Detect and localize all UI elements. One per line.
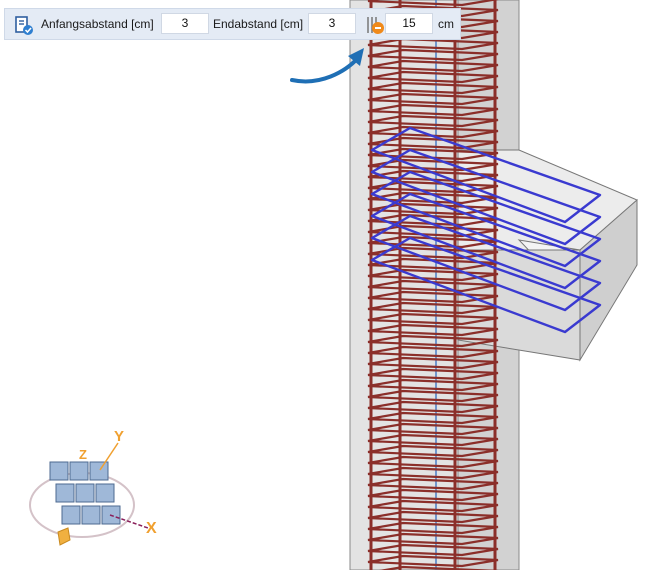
start-distance-input[interactable]: 3 <box>161 13 209 34</box>
navigator-cube-cell[interactable] <box>95 483 115 503</box>
spacing-mode-icon[interactable] <box>365 14 385 36</box>
rebar-distribution-icon[interactable] <box>13 15 35 37</box>
hint-arrow <box>290 56 360 84</box>
navigator-cube-cell[interactable] <box>75 483 95 503</box>
navigator-cube-cell[interactable] <box>49 461 69 481</box>
navigator-cube-cell[interactable] <box>89 461 109 481</box>
axis-z-label: Z <box>79 447 87 462</box>
view-navigator[interactable] <box>29 442 149 546</box>
navigator-cube-cell[interactable] <box>61 505 81 525</box>
navigator-cube-cell[interactable] <box>55 483 75 503</box>
navigator-cube-cell[interactable] <box>69 461 89 481</box>
navigator-orbit-ring[interactable] <box>29 472 135 538</box>
end-distance-input[interactable]: 3 <box>308 13 356 34</box>
start-distance-label: Anfangsabstand [cm] <box>41 17 154 31</box>
navigator-cube-cell[interactable] <box>81 505 101 525</box>
axis-y-line <box>99 442 119 471</box>
spacing-unit-label: cm <box>438 17 454 31</box>
model-viewport[interactable] <box>0 0 669 570</box>
rebar-spacing-toolbar: Anfangsabstand [cm] 3 Endabstand [cm] 3 … <box>4 8 461 40</box>
spacing-input[interactable]: 15 <box>385 13 433 34</box>
rotate-handle-icon[interactable] <box>57 527 71 546</box>
end-distance-label: Endabstand [cm] <box>213 17 304 31</box>
axis-y-label: Y <box>114 428 125 445</box>
axis-x-label: X <box>146 520 157 537</box>
